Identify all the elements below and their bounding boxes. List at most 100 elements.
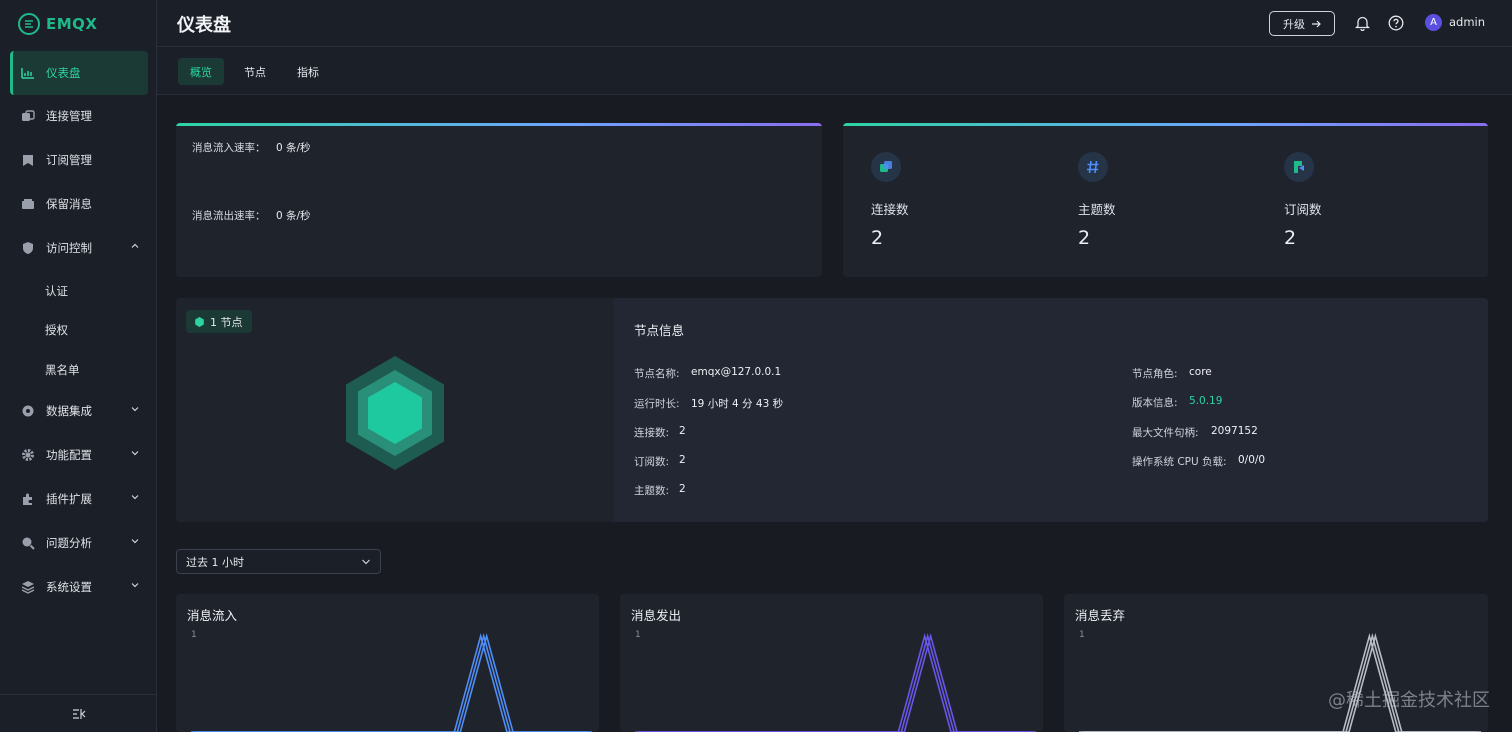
uptime-label: 运行时长: xyxy=(634,398,680,410)
series-line xyxy=(191,632,586,732)
chart-card-messages-out: 消息发出 1 xyxy=(620,594,1043,732)
sidebar-item-label: 系统设置 xyxy=(46,580,92,594)
diagnose-icon xyxy=(20,535,36,551)
card-accent-bar xyxy=(176,123,822,126)
sidebar-item-label: 保留消息 xyxy=(46,197,92,211)
series-line xyxy=(641,632,1036,732)
chevron-down-icon xyxy=(362,559,370,565)
in-rate-value: 0 条/秒 xyxy=(276,142,311,154)
series-line xyxy=(194,632,589,732)
time-range-select[interactable]: 过去 1 小时 xyxy=(176,549,381,574)
subscribe-icon xyxy=(1284,152,1314,182)
stats-card: 连接数 2 主题数 2 订阅数 2 xyxy=(843,123,1488,277)
chevron-down-icon xyxy=(131,583,139,588)
node-connections-value: 2 xyxy=(679,425,686,437)
chart-card-messages-in: 消息流入 1 xyxy=(176,594,599,732)
uptime-value: 19 小时 4 分 43 秒 xyxy=(691,398,784,410)
sidebar-item-label: 连接管理 xyxy=(46,109,92,123)
upgrade-button[interactable]: 升级 xyxy=(1269,11,1335,36)
node-topics-label: 主题数: xyxy=(634,485,670,497)
series-line xyxy=(638,632,1033,732)
in-rate-label: 消息流入速率： xyxy=(192,142,266,154)
arrow-right-icon xyxy=(1312,20,1321,27)
help-icon[interactable] xyxy=(1387,14,1405,32)
plugin-icon xyxy=(20,491,36,507)
logo[interactable]: EMQX xyxy=(18,12,98,36)
node-role-label: 节点角色: xyxy=(1132,368,1178,380)
connections-stat-value: 2 xyxy=(871,227,884,249)
cpu-load-label: 操作系统 CPU 负载: xyxy=(1132,456,1227,468)
version-value: 5.0.19 xyxy=(1189,395,1223,407)
sidebar-item-subscriptions[interactable]: 订阅管理 xyxy=(10,138,148,182)
subscriptions-stat-label: 订阅数 xyxy=(1284,202,1322,217)
hexagon-dot-icon xyxy=(195,316,204,327)
sidebar-item-plugins[interactable]: 插件扩展 xyxy=(10,477,148,521)
sidebar-item-label: 订阅管理 xyxy=(46,153,92,167)
sidebar-item-retained[interactable]: 保留消息 xyxy=(10,182,148,226)
out-rate-value: 0 条/秒 xyxy=(276,210,311,222)
tab-overview[interactable]: 概览 xyxy=(178,58,224,85)
version-label: 版本信息: xyxy=(1132,397,1178,409)
node-name-label: 节点名称: xyxy=(634,368,680,380)
node-info-panel: 节点信息 节点名称: emqx@127.0.0.1 运行时长: 19 小时 4 … xyxy=(614,298,1488,522)
collapse-sidebar-button[interactable] xyxy=(0,694,157,732)
node-role-value: core xyxy=(1189,366,1212,378)
chevron-down-icon xyxy=(131,407,139,412)
notification-bell-icon[interactable] xyxy=(1353,14,1371,32)
series-line xyxy=(635,632,1030,732)
integration-icon xyxy=(20,403,36,419)
node-subscriptions-value: 2 xyxy=(679,454,686,466)
chart-plot xyxy=(191,632,592,732)
node-subscriptions-label: 订阅数: xyxy=(634,456,670,468)
topics-stat-label: 主题数 xyxy=(1078,202,1116,217)
cpu-load-value: 0/0/0 xyxy=(1238,454,1266,466)
sidebar-item-connections[interactable]: 连接管理 xyxy=(10,94,148,138)
sidebar-item-configuration[interactable]: 功能配置 xyxy=(10,433,148,477)
node-name-value: emqx@127.0.0.1 xyxy=(691,366,782,378)
tab-metrics[interactable]: 指标 xyxy=(285,58,331,85)
upgrade-button-label: 升级 xyxy=(1283,17,1305,31)
connection-icon xyxy=(871,152,901,182)
sidebar-item-label: 仪表盘 xyxy=(46,66,81,80)
subscriptions-stat-value: 2 xyxy=(1284,227,1297,249)
system-icon xyxy=(20,579,36,595)
tab-bar: 概览 节点 指标 xyxy=(157,47,1512,95)
subscriptions-icon xyxy=(20,152,36,168)
sidebar-sub-item-authentication[interactable]: 认证 xyxy=(45,283,68,299)
node-connections-label: 连接数: xyxy=(634,427,670,439)
sidebar-item-label: 插件扩展 xyxy=(46,492,92,506)
node-card: 1 节点 节点信息 节点名称: emqx@127.0.0.1 运行时长: 19 … xyxy=(176,298,1488,522)
gear-icon xyxy=(20,447,36,463)
chevron-up-icon xyxy=(131,243,139,248)
sidebar: EMQX 仪表盘 连接管理 订阅管理 保留消息 访问控制 认证 授权 黑名单 数… xyxy=(0,0,157,732)
sidebar-item-diagnose[interactable]: 问题分析 xyxy=(10,521,148,565)
dashboard-icon xyxy=(20,65,36,81)
retained-icon xyxy=(20,196,36,212)
sidebar-item-label: 功能配置 xyxy=(46,448,92,462)
sidebar-item-integration[interactable]: 数据集成 xyxy=(10,389,148,433)
emqx-logo-icon xyxy=(18,13,40,35)
sidebar-item-access-control[interactable]: 访问控制 xyxy=(10,226,148,270)
sidebar-item-dashboard[interactable]: 仪表盘 xyxy=(10,51,148,95)
node-count-badge: 1 节点 xyxy=(186,310,252,333)
watermark: @稀土掘金技术社区 xyxy=(1328,690,1490,711)
tab-nodes[interactable]: 节点 xyxy=(232,58,278,85)
sidebar-sub-item-authorization[interactable]: 授权 xyxy=(45,322,68,338)
node-hexagon-icon[interactable] xyxy=(345,356,445,470)
sidebar-item-label: 问题分析 xyxy=(46,536,92,550)
sidebar-item-system[interactable]: 系统设置 xyxy=(10,565,148,609)
series-line xyxy=(197,632,592,732)
series-line xyxy=(1079,632,1475,732)
out-rate-label: 消息流出速率： xyxy=(192,210,266,222)
connections-icon xyxy=(20,108,36,124)
rates-card: 消息流入速率： 0 条/秒 消息流出速率： 0 条/秒 xyxy=(176,123,822,277)
chevron-down-icon xyxy=(131,539,139,544)
avatar[interactable]: A xyxy=(1425,14,1442,31)
series-line xyxy=(1082,632,1478,732)
shield-icon xyxy=(20,240,36,256)
username[interactable]: admin xyxy=(1449,15,1485,29)
chevron-down-icon xyxy=(131,451,139,456)
sidebar-sub-item-banned[interactable]: 黑名单 xyxy=(45,362,80,378)
sidebar-item-label: 数据集成 xyxy=(46,404,92,418)
hash-icon xyxy=(1078,152,1108,182)
